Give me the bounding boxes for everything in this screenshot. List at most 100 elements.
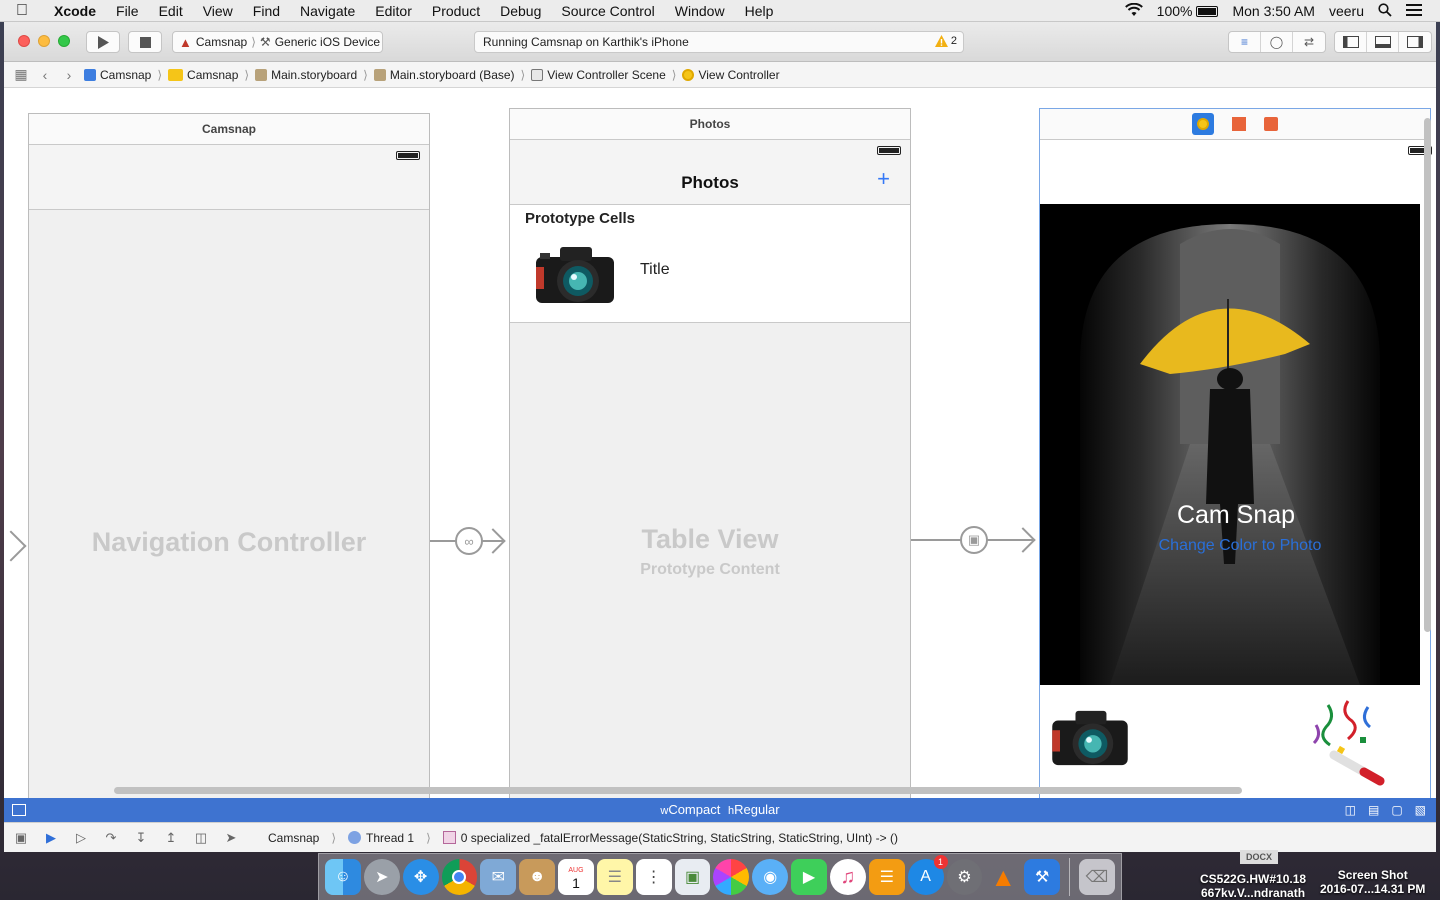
debug-thread[interactable]: Thread 1: [348, 831, 414, 845]
first-responder-icon[interactable]: [1232, 117, 1246, 131]
xcode-icon[interactable]: ⚒: [1024, 859, 1061, 895]
show-segue-icon[interactable]: ▣: [960, 526, 988, 554]
menu-debug[interactable]: Debug: [490, 3, 551, 19]
menu-edit[interactable]: Edit: [149, 3, 193, 19]
utilities-toggle-icon[interactable]: [1399, 32, 1431, 52]
zoom-window-button[interactable]: [58, 35, 70, 47]
notes-icon[interactable]: ☰: [596, 859, 633, 895]
appstore-icon[interactable]: A 1: [907, 855, 948, 895]
breakpoints-toggle-icon[interactable]: ▶: [42, 830, 60, 846]
navigator-toggle-icon[interactable]: [1335, 32, 1367, 52]
docx-file-label[interactable]: DOCX: [1240, 850, 1279, 864]
resolve-issues-icon[interactable]: ▧: [1415, 798, 1426, 822]
vertical-scrollbar[interactable]: [1424, 118, 1431, 632]
back-arrow-icon[interactable]: ‹: [36, 67, 54, 83]
storyboard-canvas[interactable]: Camsnap Navigation Controller ∞ Photos P…: [4, 88, 1436, 802]
view-controller-scene[interactable]: Cam Snap Change Color to Photo: [1039, 108, 1432, 802]
align-icon[interactable]: ▤: [1368, 798, 1379, 822]
contacts-icon[interactable]: ☻: [519, 859, 556, 895]
minimize-window-button[interactable]: [38, 35, 50, 47]
add-button[interactable]: +: [877, 166, 890, 192]
menubar-clock[interactable]: Mon 3:50 AM: [1232, 3, 1315, 19]
step-over-icon[interactable]: ↷: [102, 830, 120, 846]
menubar-user[interactable]: veeru: [1329, 3, 1364, 19]
menu-help[interactable]: Help: [735, 3, 784, 19]
menu-editor[interactable]: Editor: [365, 3, 422, 19]
itunes-icon[interactable]: ♫: [829, 859, 866, 895]
menu-find[interactable]: Find: [243, 3, 290, 19]
standard-editor-icon[interactable]: ≡: [1229, 32, 1261, 52]
scene-title-bar[interactable]: Camsnap: [29, 114, 429, 145]
hide-debug-area-icon[interactable]: ▣: [12, 830, 30, 846]
breadcrumb-view-controller[interactable]: View Controller: [682, 68, 780, 82]
debug-area-toggle-icon[interactable]: [1367, 32, 1399, 52]
safari-icon[interactable]: ✥: [402, 859, 439, 895]
finder-icon[interactable]: ☺: [325, 859, 361, 895]
trash-icon[interactable]: ⌫: [1079, 859, 1115, 895]
battery-status[interactable]: 100%: [1157, 3, 1219, 19]
view-debugger-icon[interactable]: ◫: [192, 830, 210, 846]
change-color-button[interactable]: Change Color to Photo: [1040, 537, 1436, 555]
preview-icon[interactable]: ✉: [480, 859, 517, 895]
horizontal-scrollbar[interactable]: [114, 787, 1242, 794]
desktop-file-screenshot[interactable]: Screen Shot 2016-07...14.31 PM: [1320, 868, 1425, 896]
desktop-file-homework[interactable]: CS522G.HW#10.18 667kv.V...ndranath: [1200, 872, 1306, 900]
assistant-editor-icon[interactable]: ◯: [1261, 32, 1293, 52]
breadcrumb-project[interactable]: Camsnap: [84, 68, 151, 82]
simulate-location-icon[interactable]: ➤: [222, 830, 240, 846]
close-window-button[interactable]: [18, 35, 30, 47]
photos-scene[interactable]: Photos Photos + Prototype Cells Title Ta…: [509, 108, 911, 802]
photos-app-icon[interactable]: ▣: [674, 859, 711, 895]
vlc-icon[interactable]: ▲: [985, 859, 1021, 895]
system-preferences-icon[interactable]: ⚙: [946, 859, 983, 895]
related-items-icon[interactable]: ▦: [12, 66, 30, 83]
stop-button[interactable]: [128, 31, 162, 53]
menu-file[interactable]: File: [106, 3, 149, 19]
relationship-segue-icon[interactable]: ∞: [455, 527, 483, 555]
step-into-icon[interactable]: ↧: [132, 830, 150, 846]
messages-icon[interactable]: ◉: [752, 859, 789, 895]
party-effects-image[interactable]: [1308, 697, 1388, 790]
forward-arrow-icon[interactable]: ›: [60, 67, 78, 83]
step-out-icon[interactable]: ↥: [162, 830, 180, 846]
wifi-icon[interactable]: [1124, 2, 1143, 20]
menu-navigate[interactable]: Navigate: [290, 3, 365, 19]
breadcrumb-scene[interactable]: View Controller Scene: [531, 68, 666, 82]
size-class-bar[interactable]: wCompact hRegular ◫ ▤ ▢ ▧: [4, 798, 1436, 822]
autolayout-controls: ◫ ▤ ▢ ▧: [1345, 798, 1426, 822]
scene-title-bar[interactable]: Photos: [510, 109, 910, 140]
menu-product[interactable]: Product: [422, 3, 490, 19]
warnings-indicator[interactable]: 2: [934, 35, 957, 47]
stack-icon[interactable]: ◫: [1345, 798, 1356, 822]
calendar-icon[interactable]: AUG 1: [558, 859, 594, 895]
scheme-selector[interactable]: ▲ Camsnap ⟩ ⚒ Generic iOS Device: [172, 31, 383, 53]
reminders-icon[interactable]: ⋮: [635, 859, 672, 895]
notification-center-icon[interactable]: [1406, 3, 1422, 19]
menu-app-name[interactable]: Xcode: [44, 3, 106, 19]
breadcrumb-group[interactable]: Camsnap: [168, 68, 238, 82]
menu-source-control[interactable]: Source Control: [551, 3, 664, 19]
debug-target[interactable]: Camsnap: [268, 831, 319, 845]
breadcrumb-storyboard[interactable]: Main.storyboard: [255, 68, 357, 82]
run-button[interactable]: [86, 31, 120, 53]
segue-arrowhead: [1010, 527, 1036, 553]
version-editor-icon[interactable]: ⇄: [1293, 32, 1325, 52]
sidebar-toggle-icon[interactable]: [12, 804, 26, 816]
facetime-icon[interactable]: ▶: [791, 859, 827, 895]
menu-view[interactable]: View: [193, 3, 243, 19]
navigation-controller-scene[interactable]: Camsnap Navigation Controller: [28, 113, 430, 802]
continue-icon[interactable]: ▷: [72, 830, 90, 846]
debug-stack-frame[interactable]: 0 specialized _fatalErrorMessage(StaticS…: [442, 831, 898, 845]
launchpad-icon[interactable]: ➤: [363, 859, 400, 895]
exit-icon[interactable]: [1264, 117, 1278, 131]
ibooks-icon[interactable]: ☰: [868, 859, 905, 895]
apple-icon[interactable]: : [0, 2, 44, 20]
camera-button-image[interactable]: [1052, 707, 1128, 770]
photos-icon[interactable]: [713, 859, 750, 895]
pin-icon[interactable]: ▢: [1391, 798, 1402, 822]
spotlight-icon[interactable]: [1378, 2, 1392, 20]
menu-window[interactable]: Window: [665, 3, 735, 19]
view-controller-icon[interactable]: [1192, 113, 1214, 135]
chrome-icon[interactable]: [441, 859, 478, 895]
breadcrumb-storyboard-base[interactable]: Main.storyboard (Base): [373, 68, 515, 82]
